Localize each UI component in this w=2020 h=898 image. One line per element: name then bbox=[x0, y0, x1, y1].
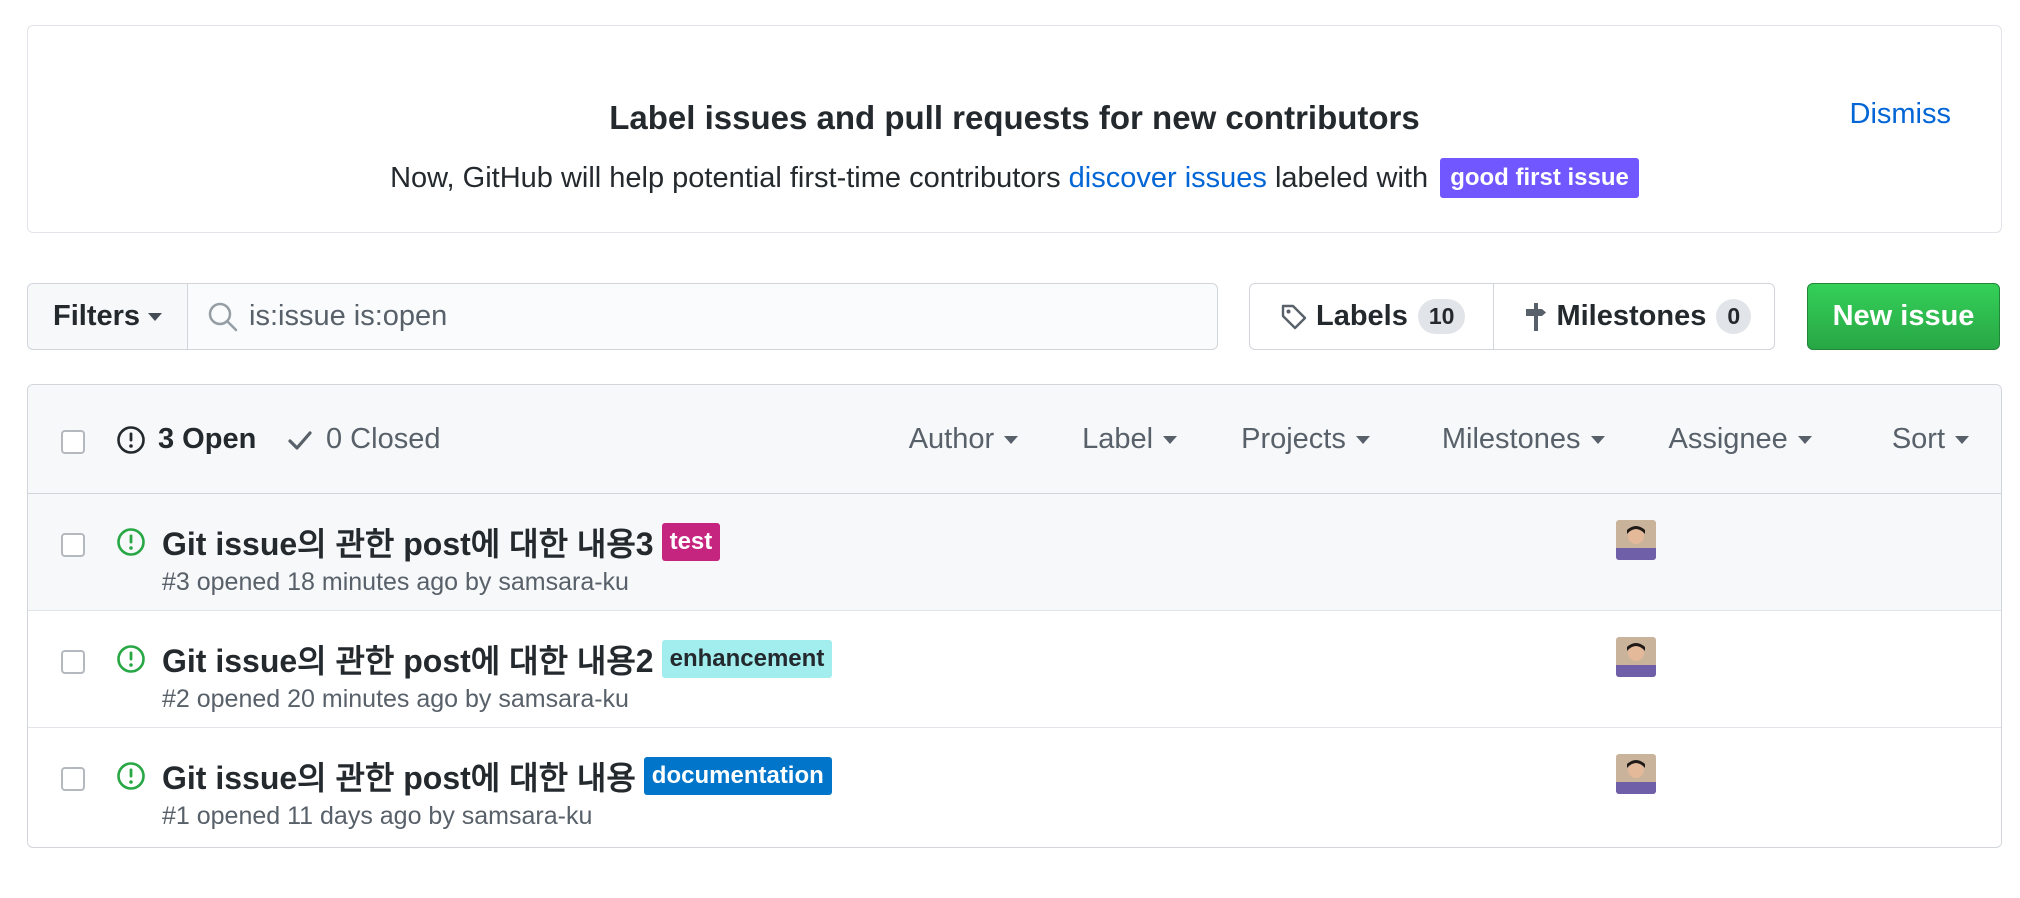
issue-label-test[interactable]: test bbox=[661, 523, 721, 561]
issue-meta: #3 opened 18 minutes ago by samsara-ku bbox=[162, 568, 629, 596]
issues-list-header: 3 Open 0 Closed Author Label Projects Mi… bbox=[28, 385, 2001, 494]
label-menu[interactable]: Label bbox=[1082, 423, 1178, 456]
assignee-avatar[interactable] bbox=[1616, 754, 1656, 794]
issue-row[interactable]: Git issue의 관한 post에 대한 내용 documentation … bbox=[28, 728, 2001, 845]
milestones-link[interactable]: Milestones 0 bbox=[1493, 284, 1779, 349]
issue-opened-icon bbox=[117, 425, 145, 454]
filters-button[interactable]: Filters bbox=[27, 283, 188, 350]
chevron-down-icon bbox=[1590, 435, 1605, 444]
author-menu[interactable]: Author bbox=[908, 423, 1019, 456]
search-icon bbox=[203, 297, 243, 337]
chevron-down-icon bbox=[1004, 435, 1019, 444]
discover-issues-link[interactable]: discover issues bbox=[1069, 162, 1267, 194]
filters-label: Filters bbox=[52, 300, 141, 332]
milestones-menu[interactable]: Milestones bbox=[1442, 423, 1605, 456]
issue-row[interactable]: Git issue의 관한 post에 대한 내용2 enhancement #… bbox=[28, 611, 2001, 728]
banner-text: Now, GitHub will help potential first-ti… bbox=[28, 158, 2001, 198]
assignee-avatar[interactable] bbox=[1616, 637, 1656, 677]
issue-title-text: Git issue의 관한 post에 대한 내용2 bbox=[162, 643, 654, 679]
projects-menu-label: Projects bbox=[1241, 423, 1346, 455]
open-issues-tab[interactable]: 3 Open bbox=[116, 423, 256, 456]
issue-label-documentation[interactable]: documentation bbox=[643, 757, 832, 795]
search-input[interactable] bbox=[249, 300, 1149, 333]
chevron-down-icon bbox=[1163, 435, 1178, 444]
banner-text-after: labeled with bbox=[1266, 162, 1437, 194]
issue-checkbox[interactable] bbox=[61, 533, 85, 557]
issue-title-text: Git issue의 관한 post에 대한 내용 bbox=[162, 760, 636, 796]
assignee-avatar[interactable] bbox=[1616, 520, 1656, 560]
banner-text-before: Now, GitHub will help potential first-ti… bbox=[390, 162, 1069, 194]
closed-issues-tab[interactable]: 0 Closed bbox=[286, 423, 440, 456]
closed-count: 0 Closed bbox=[326, 423, 441, 455]
issue-meta: #1 opened 11 days ago by samsara-ku bbox=[162, 802, 593, 830]
milestones-count: 0 bbox=[1716, 299, 1752, 334]
issue-opened-icon bbox=[116, 761, 146, 796]
labels-label: Labels bbox=[1316, 300, 1408, 332]
select-all-checkbox[interactable] bbox=[61, 430, 85, 454]
issue-row[interactable]: Git issue의 관한 post에 대한 내용3 test #3 opene… bbox=[28, 494, 2001, 611]
projects-menu[interactable]: Projects bbox=[1241, 423, 1370, 456]
issues-list: 3 Open 0 Closed Author Label Projects Mi… bbox=[27, 384, 2002, 848]
issue-title[interactable]: Git issue의 관한 post에 대한 내용2 enhancement bbox=[162, 636, 833, 682]
banner-title: Label issues and pull requests for new c… bbox=[609, 99, 1420, 136]
check-icon bbox=[288, 430, 312, 450]
label-menu-label: Label bbox=[1082, 423, 1154, 455]
chevron-down-icon bbox=[1355, 435, 1370, 444]
sort-menu-label: Sort bbox=[1891, 423, 1945, 455]
labels-link[interactable]: Labels 10 bbox=[1250, 284, 1493, 349]
filter-menus: Author Label Projects Milestones Assigne… bbox=[909, 423, 2001, 456]
labels-milestones-nav: Labels 10 Milestones 0 bbox=[1249, 283, 1775, 350]
labels-count: 10 bbox=[1417, 299, 1466, 334]
issue-title[interactable]: Git issue의 관한 post에 대한 내용 documentation bbox=[162, 753, 832, 799]
milestone-icon bbox=[1526, 302, 1547, 331]
issue-title-text: Git issue의 관한 post에 대한 내용3 bbox=[162, 526, 654, 562]
issue-opened-icon bbox=[116, 527, 146, 562]
contributor-banner: Label issues and pull requests for new c… bbox=[27, 25, 2002, 233]
tag-icon bbox=[1281, 304, 1307, 329]
assignee-menu[interactable]: Assignee bbox=[1669, 423, 1812, 456]
author-menu-label: Author bbox=[908, 423, 995, 455]
issue-opened-icon bbox=[116, 644, 146, 679]
issue-meta: #2 opened 20 minutes ago by samsara-ku bbox=[162, 685, 629, 713]
good-first-issue-label[interactable]: good first issue bbox=[1440, 158, 1639, 198]
milestones-label: Milestones bbox=[1556, 300, 1707, 332]
issue-checkbox[interactable] bbox=[61, 767, 85, 791]
open-count: 3 Open bbox=[158, 423, 257, 455]
chevron-down-icon bbox=[1955, 435, 1969, 444]
search-field[interactable] bbox=[187, 283, 1218, 350]
issue-title[interactable]: Git issue의 관한 post에 대한 내용3 test bbox=[162, 519, 721, 565]
milestones-menu-label: Milestones bbox=[1441, 423, 1581, 455]
chevron-down-icon bbox=[148, 312, 163, 321]
issue-label-enhancement[interactable]: enhancement bbox=[661, 640, 833, 678]
issue-checkbox[interactable] bbox=[61, 650, 85, 674]
new-issue-button[interactable]: New issue bbox=[1807, 283, 2000, 350]
sort-menu[interactable]: Sort bbox=[1892, 423, 1969, 456]
chevron-down-icon bbox=[1797, 435, 1812, 444]
dismiss-button[interactable]: Dismiss bbox=[1850, 98, 1952, 131]
assignee-menu-label: Assignee bbox=[1668, 423, 1788, 455]
